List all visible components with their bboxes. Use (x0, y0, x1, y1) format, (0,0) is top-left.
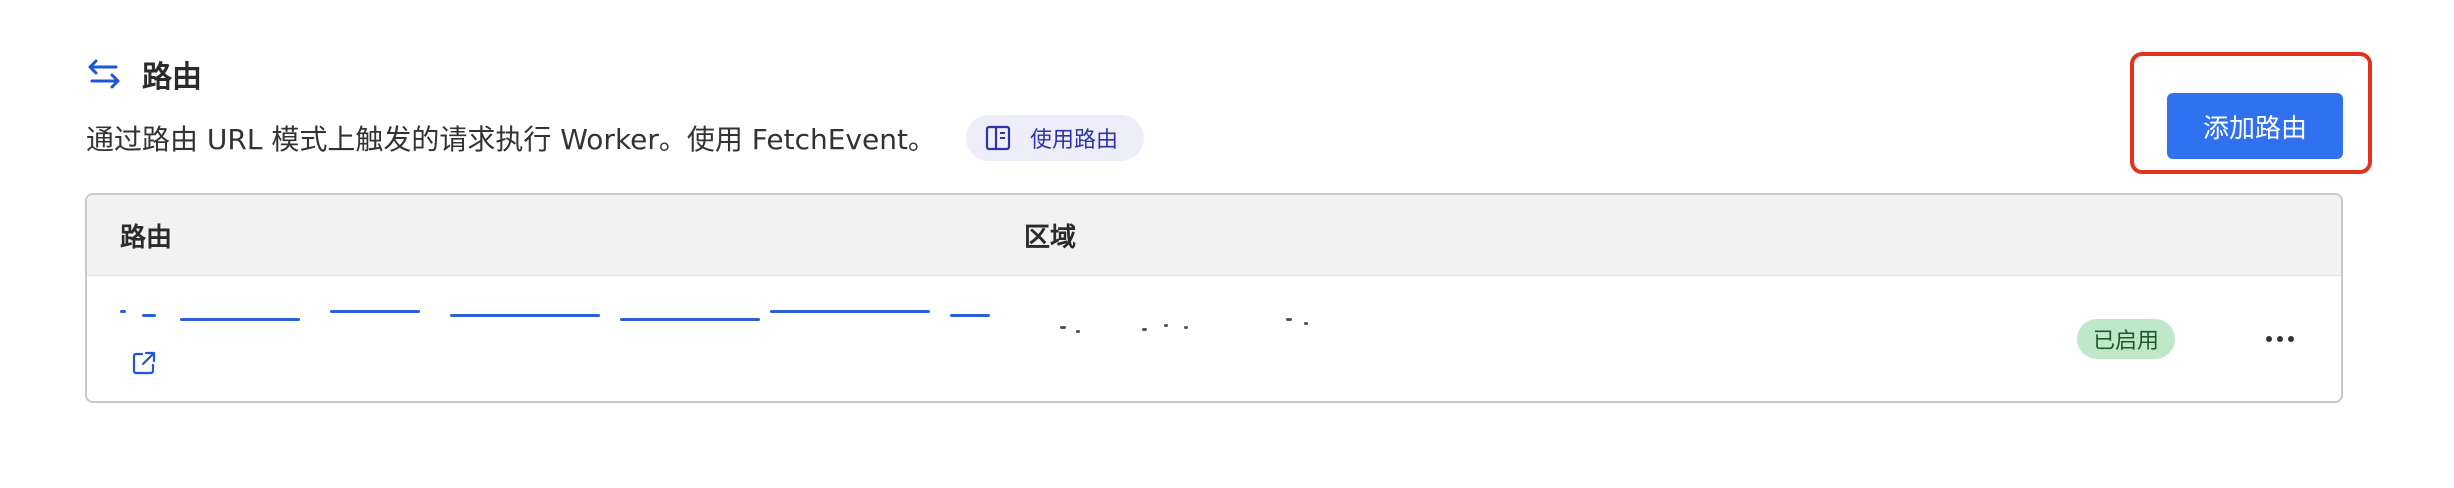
redacted-stroke (450, 314, 600, 317)
redacted-mark (1304, 322, 1308, 325)
section-description-row: 通过路由 URL 模式上触发的请求执行 Worker。使用 FetchEvent… (86, 114, 1144, 162)
column-header-route: 路由 (120, 222, 173, 253)
redacted-mark (1142, 328, 1147, 331)
zone-value (1024, 312, 1524, 342)
more-options-button[interactable] (2257, 322, 2303, 356)
table-row: 已启用 (87, 276, 2341, 401)
book-icon (985, 125, 1011, 151)
swap-arrows-icon (88, 59, 120, 89)
table-header: 路由 区域 (87, 195, 2341, 276)
redacted-stroke (770, 310, 930, 313)
docs-link-button[interactable]: 使用路由 (965, 115, 1144, 161)
redacted-mark (1060, 326, 1066, 329)
section-description: 通过路由 URL 模式上触发的请求执行 Worker。使用 FetchEvent… (86, 123, 936, 156)
redacted-stroke (620, 318, 760, 321)
section-header: 路由 (86, 52, 202, 96)
external-link-icon[interactable] (131, 350, 157, 376)
routes-table: 路由 区域 已启用 (85, 193, 2343, 403)
docs-link-label: 使用路由 (1029, 128, 1118, 153)
status-badge: 已启用 (2077, 319, 2176, 359)
section-title: 路由 (142, 60, 202, 95)
column-header-zone: 区域 (1024, 222, 1077, 253)
routes-section: 路由 通过路由 URL 模式上触发的请求执行 Worker。使用 FetchEv… (0, 0, 2454, 488)
more-horizontal-icon (2266, 336, 2272, 342)
add-route-button[interactable]: 添加路由 (2167, 93, 2343, 159)
route-link[interactable] (120, 300, 1050, 340)
redacted-mark (1076, 330, 1080, 333)
redacted-mark (1286, 318, 1292, 321)
redacted-stroke (120, 310, 126, 313)
redacted-stroke (950, 314, 990, 317)
redacted-stroke (330, 310, 420, 313)
redacted-mark (1184, 326, 1188, 329)
redacted-stroke (142, 314, 156, 317)
redacted-mark (1164, 324, 1168, 327)
redacted-stroke (180, 318, 300, 321)
